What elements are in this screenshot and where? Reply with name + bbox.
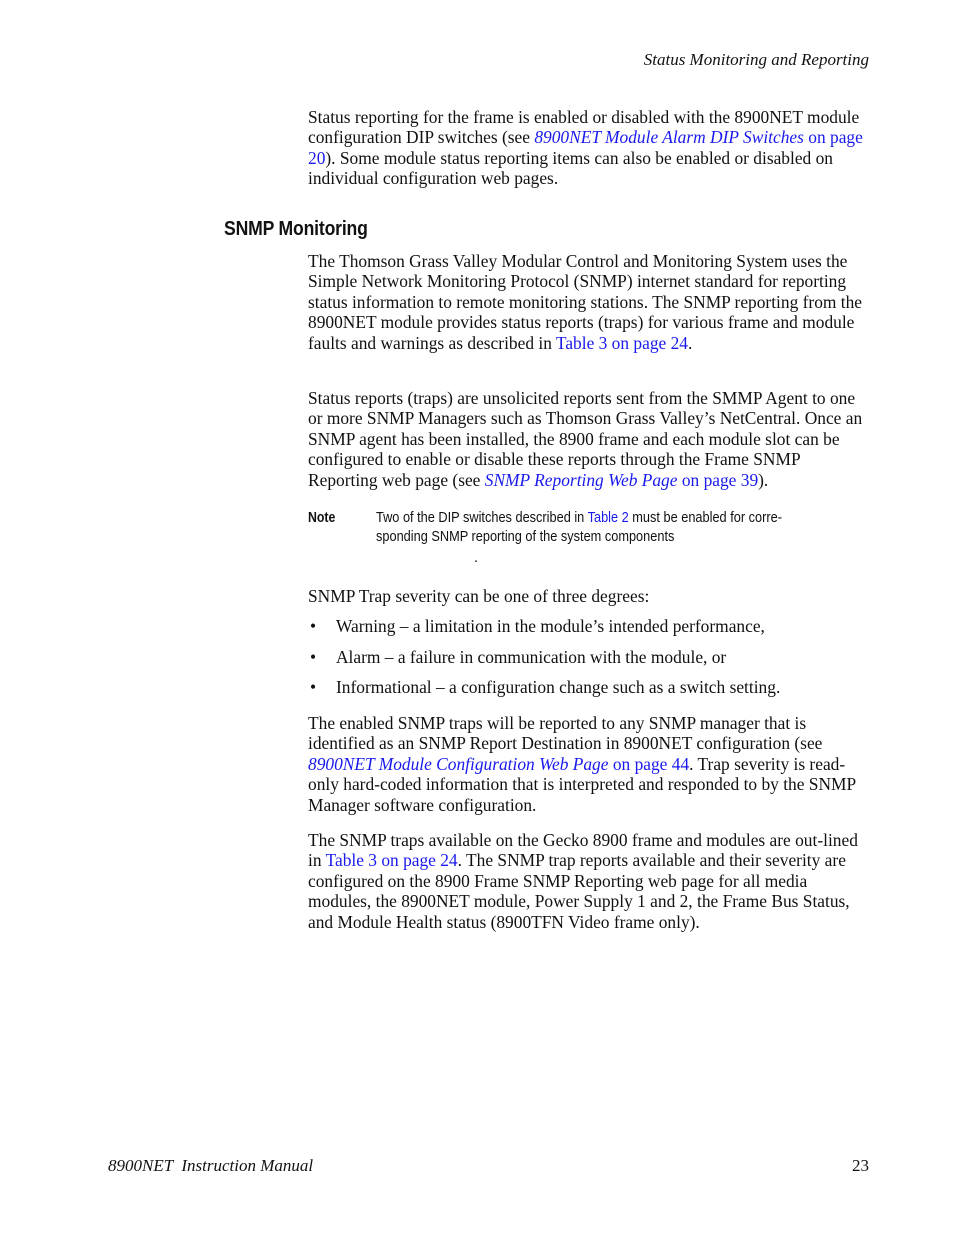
snmp-reporting-link-page: on page 39 <box>677 469 759 490</box>
dip-switches-link-title: 8900NET Module Alarm DIP Switches <box>534 127 804 148</box>
table3-link[interactable]: Table 3 on page 24 <box>556 333 688 353</box>
severity-informational: Informational – a configuration change s… <box>336 677 781 697</box>
table2-link[interactable]: Table 2 <box>588 510 629 526</box>
severity-warning: Warning – a limitation in the module’s i… <box>336 616 765 636</box>
bullet-icon: • <box>310 646 317 667</box>
intro-text-end: ). Some module status reporting items ca… <box>308 147 833 189</box>
note-text-mid: must be enabled for corre- <box>628 510 782 526</box>
page-number: 23 <box>852 1156 869 1175</box>
note-trailing-period: . <box>474 550 479 566</box>
severity-list: • Warning – a limitation in the module’s … <box>308 616 873 708</box>
module-config-link-title: 8900NET Module Configuration Web Page <box>308 753 609 774</box>
note-label: Note <box>308 510 336 526</box>
traps-paragraph: Status reports (traps) are unsolicited r… <box>308 388 873 490</box>
severity-alarm: Alarm – a failure in communication with … <box>336 646 727 667</box>
list-item: • Warning – a limitation in the module’s … <box>308 616 873 647</box>
snmp-intro-paragraph: The Thomson Grass Valley Modular Control… <box>308 251 873 353</box>
note-text: Two of the DIP switches described in Tab… <box>376 509 816 547</box>
table3-link-2[interactable]: Table 3 on page 24 <box>326 850 458 870</box>
list-item: • Informational – a configuration change … <box>308 677 873 708</box>
section-heading: SNMP Monitoring <box>224 218 368 240</box>
snmp-reporting-link-title: SNMP Reporting Web Page <box>484 469 678 490</box>
report-destination-paragraph: The enabled SNMP traps will be reported … <box>308 713 873 815</box>
note-text-line2: sponding SNMP reporting of the system co… <box>376 529 675 545</box>
bullet-icon: • <box>310 677 317 697</box>
para2-text-end: ). <box>758 469 769 490</box>
snmp-reporting-link[interactable]: SNMP Reporting Web Page on page 39 <box>485 470 758 490</box>
module-config-link-page: on page 44 <box>608 753 690 774</box>
running-header: Status Monitoring and Reporting <box>643 50 869 69</box>
note-text-start: Two of the DIP switches described in <box>376 510 588 526</box>
para3-text: The enabled SNMP traps will be reported … <box>308 713 823 754</box>
footer-manual-title: 8900NET Instruction Manual <box>108 1156 314 1175</box>
para1-text-end: . <box>688 332 693 353</box>
traps-available-paragraph: The SNMP traps available on the Gecko 89… <box>308 830 873 932</box>
list-item: • Alarm – a failure in communication with… <box>308 647 873 678</box>
bullet-icon: • <box>310 616 317 636</box>
severity-intro: SNMP Trap severity can be one of three d… <box>308 586 650 606</box>
module-config-link[interactable]: 8900NET Module Configuration Web Page on… <box>308 754 689 774</box>
intro-paragraph: Status reporting for the frame is enable… <box>308 107 873 189</box>
